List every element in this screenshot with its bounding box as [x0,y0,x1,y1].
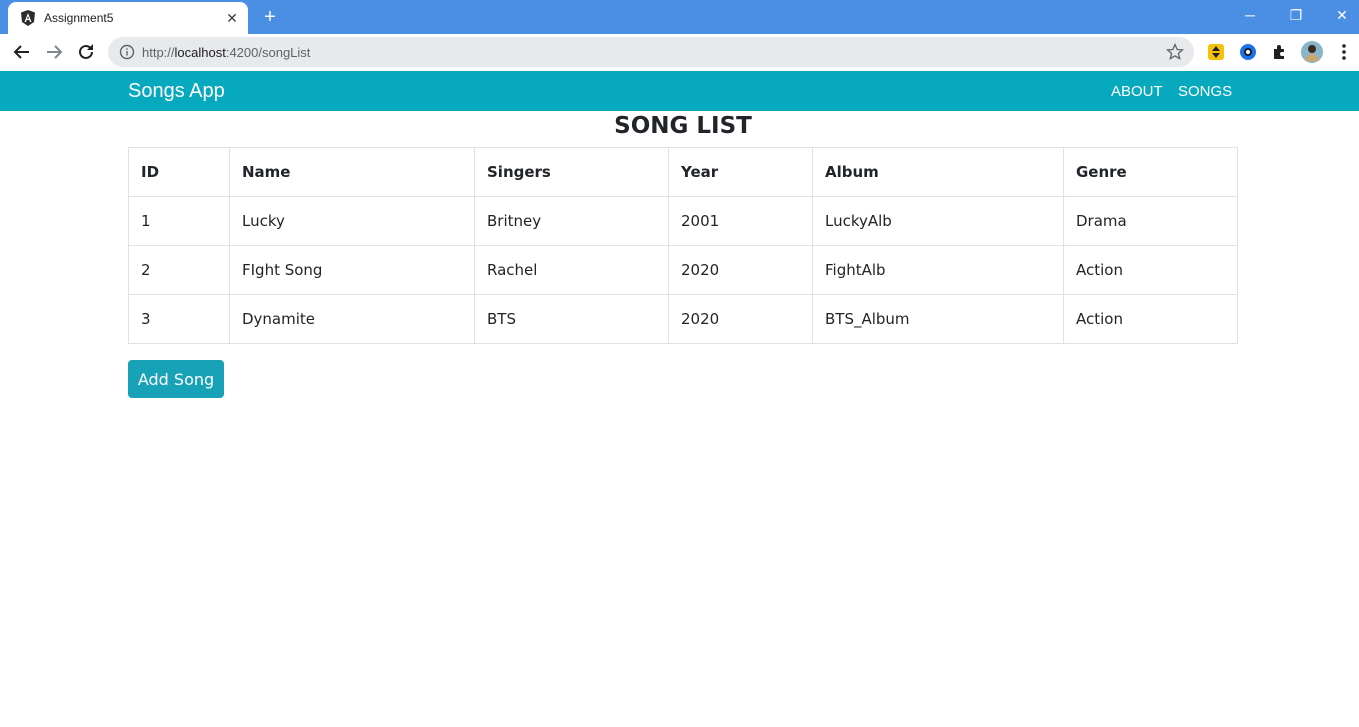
cell-name: FIght Song [229,245,475,295]
extension-yellow-icon[interactable] [1206,42,1226,62]
info-icon[interactable] [119,44,135,60]
forward-arrow-icon[interactable] [42,40,66,64]
url-text[interactable]: http://localhost:4200/songList [142,45,310,60]
cell-genre: Action [1063,245,1238,295]
nav-link-about[interactable]: ABOUT [1111,83,1163,100]
profile-avatar-icon[interactable] [1301,41,1323,63]
menu-kebab-icon[interactable] [1334,42,1354,62]
address-bar[interactable]: http://localhost:4200/songList [108,37,1194,67]
column-header-genre: Genre [1063,147,1238,197]
cell-year: 2020 [668,245,813,295]
cell-year: 2020 [668,294,813,344]
url-prefix: http:// [142,45,175,60]
app-navbar: Songs App ABOUT SONGS [0,71,1359,111]
close-tab-icon[interactable]: ✕ [223,9,241,27]
column-header-name: Name [229,147,475,197]
minimize-icon[interactable]: ─ [1238,4,1262,26]
table-row: 1 Lucky Britney 2001 LuckyAlb Drama [128,196,1238,246]
table-row: 3 Dynamite BTS 2020 BTS_Album Action [128,294,1238,344]
table-row: 2 FIght Song Rachel 2020 FightAlb Action [128,245,1238,295]
cell-year: 2001 [668,196,813,246]
browser-titlebar: Assignment5 ✕ + ─ ❐ ✕ [0,0,1359,34]
url-path: :4200/songList [225,45,311,60]
extensions-puzzle-icon[interactable] [1270,42,1290,62]
column-header-singers: Singers [474,147,669,197]
tab-title: Assignment5 [44,11,114,25]
reload-icon[interactable] [74,40,98,64]
table-header-row: ID Name Singers Year Album Genre [128,147,1238,197]
cell-singers: Rachel [474,245,669,295]
cell-id: 3 [128,294,230,344]
column-header-id: ID [128,147,230,197]
url-host: localhost [174,45,226,60]
cell-id: 2 [128,245,230,295]
column-header-year: Year [668,147,813,197]
cell-genre: Drama [1063,196,1238,246]
songs-table: ID Name Singers Year Album Genre 1 Lucky… [128,147,1238,344]
cell-singers: BTS [474,294,669,344]
column-header-album: Album [812,147,1064,197]
cell-id: 1 [128,196,230,246]
nav-link-songs[interactable]: SONGS [1178,83,1232,100]
add-song-button[interactable]: Add Song [128,360,224,398]
bookmark-star-icon[interactable] [1166,43,1184,61]
browser-tab[interactable]: Assignment5 ✕ [8,2,248,34]
restore-icon[interactable]: ❐ [1284,4,1308,26]
page-title: SONG LIST [614,113,752,139]
app-brand[interactable]: Songs App [128,80,225,103]
cell-singers: Britney [474,196,669,246]
window-close-icon[interactable]: ✕ [1330,4,1354,26]
back-arrow-icon[interactable] [10,40,34,64]
cell-name: Dynamite [229,294,475,344]
cell-genre: Action [1063,294,1238,344]
browser-toolbar: http://localhost:4200/songList [0,34,1359,71]
cell-album: BTS_Album [812,294,1064,344]
angular-icon [21,10,35,26]
cell-name: Lucky [229,196,475,246]
cell-album: LuckyAlb [812,196,1064,246]
cell-album: FightAlb [812,245,1064,295]
extension-circle-icon[interactable] [1238,42,1258,62]
new-tab-icon[interactable]: + [260,7,280,27]
